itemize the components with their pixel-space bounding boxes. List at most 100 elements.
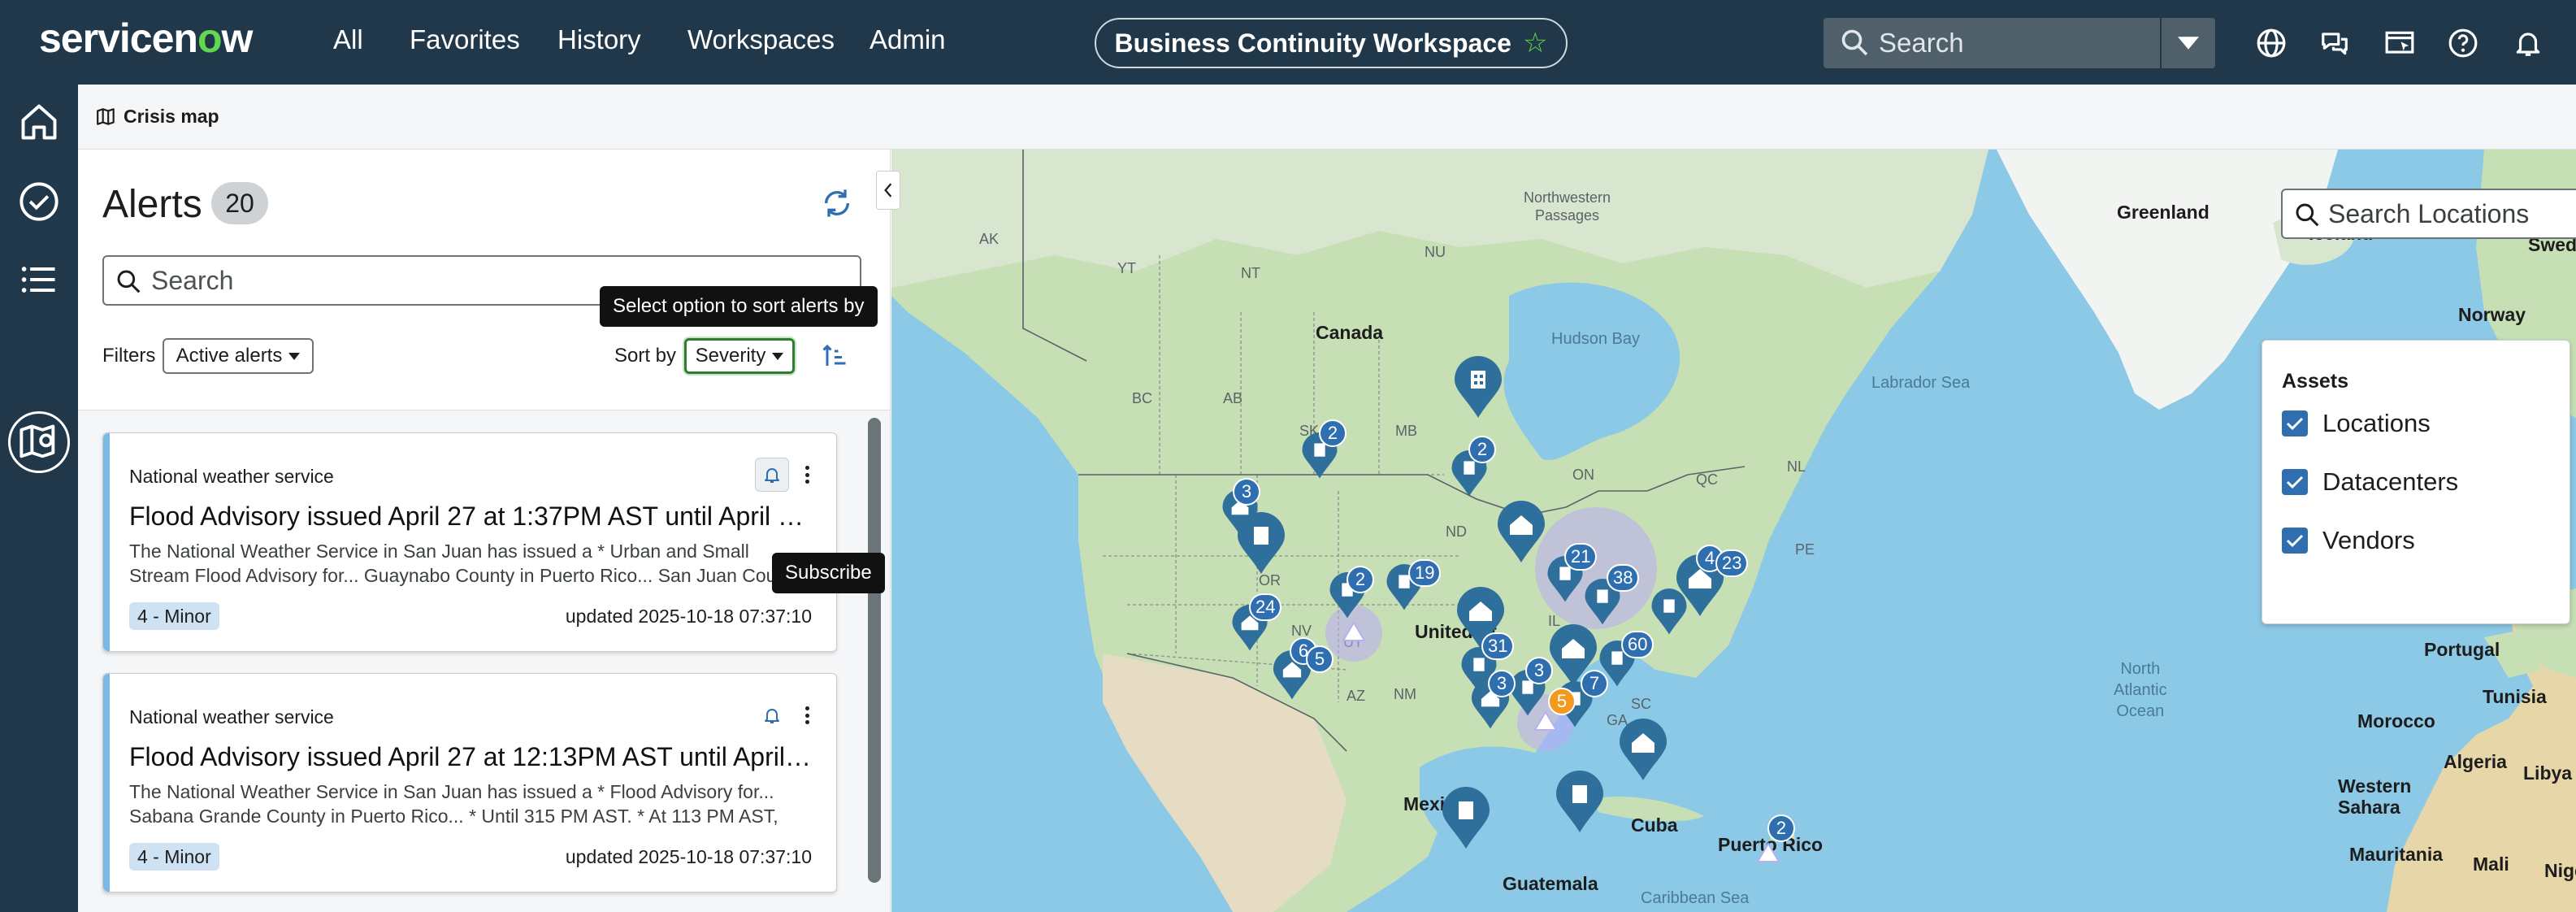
search-locations-input[interactable]: Search Locations xyxy=(2281,189,2576,239)
vendor-triangle-icon[interactable] xyxy=(1342,621,1366,642)
bell-icon xyxy=(765,468,779,483)
filters-label: Filters xyxy=(102,345,156,367)
global-search-input[interactable]: Search xyxy=(1824,18,2160,68)
datacenter-pin[interactable] xyxy=(1236,512,1286,575)
assets-legend: Assets Locations Datacenters Vendors xyxy=(2262,340,2570,624)
nav-history[interactable]: History xyxy=(557,24,641,55)
chat-icon[interactable] xyxy=(2319,28,2350,59)
cluster-count-badge[interactable]: 2 xyxy=(1767,814,1795,842)
cluster-count-badge[interactable]: 3 xyxy=(1525,657,1553,684)
map-icon xyxy=(97,107,115,125)
nav-favorites[interactable]: Favorites xyxy=(410,24,520,55)
label-mb: MB xyxy=(1395,423,1417,439)
asset-toggle-locations[interactable]: Locations xyxy=(2282,409,2431,438)
nav-workspaces[interactable]: Workspaces xyxy=(687,24,835,55)
active-alerts-filter-dropdown[interactable]: Active alerts xyxy=(163,338,314,374)
alert-title[interactable]: Flood Advisory issued April 27 at 1:37PM… xyxy=(129,502,812,532)
global-search-placeholder: Search xyxy=(1879,28,1964,58)
cluster-count-badge[interactable]: 21 xyxy=(1564,543,1598,571)
cluster-count-badge-orange[interactable]: 5 xyxy=(1548,688,1576,715)
label-niger: Niger xyxy=(2544,860,2576,881)
logo-text: servicen xyxy=(39,15,198,61)
label-algeria: Algeria xyxy=(2444,751,2507,772)
datacenter-pin[interactable] xyxy=(1453,356,1503,419)
more-options-icon[interactable] xyxy=(799,463,815,487)
alerts-count-badge: 20 xyxy=(211,182,268,224)
check-circle-icon[interactable] xyxy=(18,180,60,223)
cluster-count-badge[interactable]: 2 xyxy=(1319,419,1347,447)
cluster-count-badge[interactable]: 2 xyxy=(1347,566,1374,593)
alert-title[interactable]: Flood Advisory issued April 27 at 12:13P… xyxy=(129,742,812,772)
asset-label: Vendors xyxy=(2322,526,2415,554)
notification-bell-icon[interactable] xyxy=(2513,28,2543,59)
subscribe-button[interactable] xyxy=(755,458,789,492)
checkbox-checked-icon[interactable] xyxy=(2282,469,2308,495)
alert-card-stripe xyxy=(103,674,110,892)
label-caribbean-sea: Caribbean Sea xyxy=(1641,889,1750,907)
collapse-panel-button[interactable] xyxy=(876,171,900,210)
breadcrumb[interactable]: Crisis map xyxy=(96,106,219,128)
location-pin[interactable] xyxy=(1618,719,1668,782)
workspace-title: Business Continuity Workspace xyxy=(1114,28,1511,58)
search-scope-dropdown[interactable] xyxy=(2162,18,2215,68)
vendor-triangle-icon[interactable] xyxy=(1756,842,1780,863)
alerts-scrollbar-thumb[interactable] xyxy=(868,418,881,883)
more-options-icon[interactable] xyxy=(799,703,815,727)
alert-card[interactable]: National weather service Flood Advisory … xyxy=(102,673,837,892)
servicenow-logo[interactable]: servicenow xyxy=(39,15,253,62)
breadcrumb-label: Crisis map xyxy=(124,106,219,127)
label-western-sahara: Western Sahara xyxy=(2338,775,2412,818)
workspace-pill[interactable]: Business Continuity Workspace ☆ xyxy=(1095,18,1568,68)
cluster-count-badge[interactable]: 23 xyxy=(1715,549,1749,577)
datacenter-pin[interactable] xyxy=(1441,787,1491,850)
help-icon[interactable] xyxy=(2448,28,2478,59)
label-nt: NT xyxy=(1241,265,1260,281)
cluster-count-badge[interactable]: 38 xyxy=(1607,564,1640,592)
cluster-count-badge[interactable]: 60 xyxy=(1621,631,1654,658)
datacenter-pin[interactable] xyxy=(1650,588,1688,636)
crisis-map[interactable]: Northwestern Passages Greenland Iceland … xyxy=(891,150,2576,912)
asset-toggle-vendors[interactable]: Vendors xyxy=(2282,526,2415,555)
sort-label: Sort by xyxy=(614,345,677,367)
label-ab: AB xyxy=(1223,390,1243,406)
sort-dropdown[interactable]: Severity xyxy=(684,338,795,374)
crisis-map-icon[interactable] xyxy=(18,421,60,463)
label-on: ON xyxy=(1572,467,1594,483)
sort-ascending-icon[interactable] xyxy=(819,341,850,371)
alert-source: National weather service xyxy=(129,466,334,487)
search-icon xyxy=(117,270,141,293)
screen-icon[interactable] xyxy=(2384,28,2415,59)
label-hudson-bay: Hudson Bay xyxy=(1551,330,1640,348)
home-icon[interactable] xyxy=(18,101,60,143)
cluster-count-badge[interactable]: 7 xyxy=(1581,670,1608,697)
alert-card[interactable]: National weather service Flood Advisory … xyxy=(102,432,837,652)
datacenter-pin[interactable] xyxy=(1555,771,1605,834)
label-morocco: Morocco xyxy=(2357,710,2435,732)
subscribe-button[interactable] xyxy=(755,698,789,732)
nav-admin[interactable]: Admin xyxy=(870,24,946,55)
location-pin[interactable] xyxy=(1496,501,1546,564)
vendor-triangle-icon[interactable] xyxy=(1533,710,1558,732)
cluster-count-badge[interactable]: 3 xyxy=(1488,670,1516,697)
filter-value: Active alerts xyxy=(176,345,283,367)
cluster-count-badge[interactable]: 2 xyxy=(1468,436,1496,463)
caret-down-icon xyxy=(772,352,784,360)
top-navigation-bar: servicenow All Favorites History Workspa… xyxy=(0,0,2576,85)
list-icon[interactable] xyxy=(18,258,60,301)
cluster-count-badge[interactable]: 19 xyxy=(1408,559,1442,587)
cluster-count-badge[interactable]: 5 xyxy=(1306,645,1334,673)
asset-toggle-datacenters[interactable]: Datacenters xyxy=(2282,467,2458,497)
cluster-count-badge[interactable]: 31 xyxy=(1481,632,1515,660)
checkbox-checked-icon[interactable] xyxy=(2282,410,2308,436)
subscribe-tooltip: Subscribe xyxy=(772,553,885,593)
alerts-search-placeholder: Search xyxy=(151,265,234,295)
cluster-count-badge[interactable]: 3 xyxy=(1233,478,1260,506)
globe-icon[interactable] xyxy=(2256,28,2287,59)
alert-source: National weather service xyxy=(129,706,334,727)
label-qc: QC xyxy=(1696,471,1718,488)
star-icon[interactable]: ☆ xyxy=(1523,27,1547,59)
checkbox-checked-icon[interactable] xyxy=(2282,528,2308,554)
refresh-icon[interactable] xyxy=(821,187,853,219)
nav-all[interactable]: All xyxy=(333,24,363,55)
cluster-count-badge[interactable]: 24 xyxy=(1249,593,1282,621)
